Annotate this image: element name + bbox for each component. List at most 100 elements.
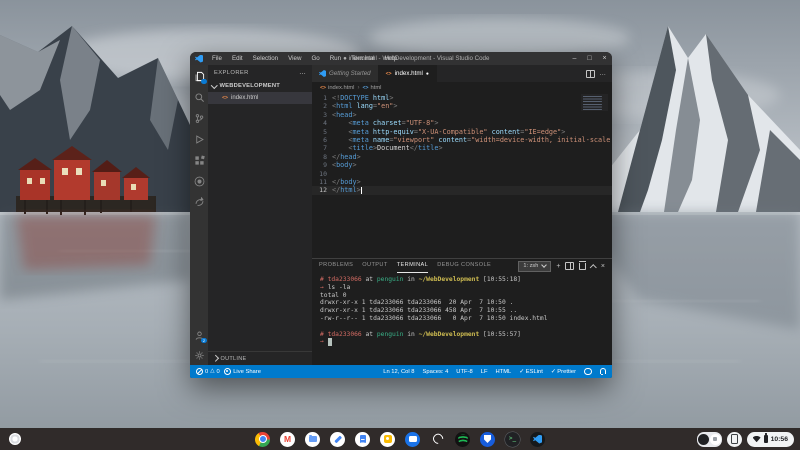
editor-tab-bar: Getting Started<>index.html● … bbox=[312, 65, 612, 82]
panel-tab-debug-console[interactable]: DEBUG CONSOLE bbox=[437, 259, 491, 273]
clock: 10:56 bbox=[771, 436, 788, 443]
extensions-icon[interactable] bbox=[193, 154, 205, 166]
tab-getting-started[interactable]: Getting Started bbox=[312, 65, 379, 82]
terminal-output[interactable]: # tda233066 at penguin in ~/WebDevelopme… bbox=[312, 273, 612, 365]
minimize-button[interactable]: – bbox=[567, 52, 582, 65]
shelf-app-bitwarden[interactable] bbox=[480, 432, 495, 447]
feedback-icon[interactable] bbox=[584, 368, 592, 376]
minimap[interactable] bbox=[581, 94, 608, 111]
split-terminal-icon[interactable] bbox=[565, 262, 574, 270]
sidebar-more-icon[interactable]: … bbox=[299, 70, 306, 76]
status-spaces-4[interactable]: Spaces: 4 bbox=[423, 369, 449, 375]
problems-status[interactable]: 0 △ 0 bbox=[196, 368, 220, 375]
maximize-button[interactable]: □ bbox=[582, 52, 597, 65]
menu-file[interactable]: File bbox=[208, 52, 226, 65]
account-icon[interactable]: 2 bbox=[193, 329, 205, 341]
code-line[interactable]: 7 <title>Document</title> bbox=[312, 144, 612, 152]
source-control-icon[interactable] bbox=[193, 112, 205, 124]
launcher-button[interactable] bbox=[9, 433, 21, 445]
breadcrumb-item[interactable]: <>html bbox=[362, 85, 381, 91]
files-icon bbox=[309, 436, 317, 442]
status--eslint[interactable]: ✓ ESLint bbox=[519, 369, 543, 375]
wifi-icon bbox=[753, 436, 761, 443]
folder-row-webdevelopment[interactable]: WEBDEVELOPMENT bbox=[208, 80, 312, 92]
panel-tab-output[interactable]: OUTPUT bbox=[362, 259, 387, 273]
phone-hub-button[interactable] bbox=[727, 432, 742, 447]
github-icon[interactable] bbox=[193, 175, 205, 187]
code-editor[interactable]: 1<!DOCTYPE html>2<html lang="en">3<head>… bbox=[312, 93, 612, 258]
shelf-app-messages[interactable] bbox=[405, 432, 420, 447]
shelf-app-spotify[interactable] bbox=[455, 432, 470, 447]
code-line[interactable]: 4 <meta charset="UTF-8"> bbox=[312, 119, 612, 127]
line-number: 12 bbox=[312, 186, 332, 194]
shell-select[interactable]: 1: zsh bbox=[518, 261, 551, 272]
shelf-app-canvas[interactable] bbox=[330, 432, 345, 447]
notifications-bell-icon[interactable] bbox=[600, 368, 607, 374]
code-line[interactable]: 5 <meta http-equiv="X-UA-Compatible" con… bbox=[312, 128, 612, 136]
status--prettier[interactable]: ✓ Prettier bbox=[551, 369, 576, 375]
status-html[interactable]: HTML bbox=[496, 369, 512, 375]
status-area[interactable]: 10:56 bbox=[747, 432, 794, 447]
terminal-line bbox=[320, 323, 604, 331]
code-line[interactable]: 11</body> bbox=[312, 178, 612, 186]
notification-pill[interactable] bbox=[697, 432, 722, 447]
line-number: 9 bbox=[312, 161, 332, 169]
tab-index.html[interactable]: <>index.html● bbox=[379, 65, 437, 82]
dirty-indicator[interactable]: ● bbox=[426, 71, 429, 77]
terminal-line: → ls -la bbox=[320, 284, 604, 292]
shelf-app-chrome[interactable] bbox=[255, 432, 270, 447]
pocket-casts-icon bbox=[431, 432, 444, 445]
vscode-window: FileEditSelectionViewGoRunTerminalHelp ●… bbox=[190, 52, 612, 378]
kill-terminal-icon[interactable] bbox=[579, 263, 586, 270]
code-line[interactable]: 1<!DOCTYPE html> bbox=[312, 94, 612, 102]
menu-run[interactable]: Run bbox=[326, 52, 345, 65]
menu-selection[interactable]: Selection bbox=[249, 52, 282, 65]
code-line[interactable]: 12</html> bbox=[312, 186, 612, 194]
breadcrumb-item[interactable]: <>index.html bbox=[320, 85, 354, 91]
code-line[interactable]: 3<head> bbox=[312, 111, 612, 119]
live-share-icon[interactable] bbox=[193, 196, 205, 208]
menu-go[interactable]: Go bbox=[307, 52, 323, 65]
code-line[interactable]: 9<body> bbox=[312, 161, 612, 169]
menu-view[interactable]: View bbox=[284, 52, 305, 65]
shelf-app-keep[interactable] bbox=[380, 432, 395, 447]
maximize-panel-icon[interactable] bbox=[590, 264, 596, 270]
close-button[interactable]: × bbox=[597, 52, 612, 65]
chromeos-desktop: FileEditSelectionViewGoRunTerminalHelp ●… bbox=[0, 0, 800, 450]
status-lf[interactable]: LF bbox=[481, 369, 488, 375]
line-number: 4 bbox=[312, 119, 332, 127]
settings-gear-icon[interactable] bbox=[193, 349, 205, 361]
shelf-app-docs[interactable] bbox=[355, 432, 370, 447]
run-debug-icon[interactable] bbox=[193, 133, 205, 145]
status-ln-12-col-8[interactable]: Ln 12, Col 8 bbox=[383, 369, 414, 375]
code-line[interactable]: 10 bbox=[312, 170, 612, 178]
chevron-down-icon bbox=[541, 262, 547, 268]
outline-section[interactable]: OUTLINE bbox=[208, 351, 312, 365]
terminal-line: drwxr-xr-x 1 tda233066 tda233066 20 Apr … bbox=[320, 299, 604, 307]
close-panel-icon[interactable]: × bbox=[601, 262, 605, 271]
file-row-index-html[interactable]: <> index.html bbox=[208, 92, 312, 104]
editor-more-icon[interactable]: … bbox=[600, 70, 607, 77]
keep-icon bbox=[384, 435, 392, 443]
shelf-app-pocket-casts[interactable] bbox=[430, 432, 445, 447]
shelf-app-vscode[interactable] bbox=[530, 432, 545, 447]
shelf-app-gmail[interactable]: M bbox=[280, 432, 295, 447]
new-terminal-icon[interactable]: + bbox=[556, 262, 560, 271]
status-utf-8[interactable]: UTF-8 bbox=[456, 369, 472, 375]
split-editor-icon[interactable] bbox=[586, 70, 595, 78]
code-line[interactable]: 8</head> bbox=[312, 153, 612, 161]
code-line[interactable]: 6 <meta name="viewport" content="width=d… bbox=[312, 136, 612, 144]
panel-tab-problems[interactable]: PROBLEMS bbox=[319, 259, 353, 273]
search-icon[interactable] bbox=[193, 91, 205, 103]
tab-label: index.html bbox=[395, 70, 423, 77]
live-share-status[interactable]: Live Share bbox=[224, 368, 261, 376]
line-number: 5 bbox=[312, 128, 332, 136]
menu-edit[interactable]: Edit bbox=[228, 52, 247, 65]
shelf-app-files[interactable] bbox=[305, 432, 320, 447]
window-title: ● index.html - WebDevelopment - Visual S… bbox=[343, 52, 489, 65]
warning-icon: △ bbox=[210, 369, 214, 374]
panel-tab-terminal[interactable]: TERMINAL bbox=[397, 259, 428, 273]
explorer-icon[interactable] bbox=[193, 70, 205, 82]
code-line[interactable]: 2<html lang="en"> bbox=[312, 102, 612, 110]
shelf-app-terminal[interactable]: >_ bbox=[505, 432, 520, 447]
